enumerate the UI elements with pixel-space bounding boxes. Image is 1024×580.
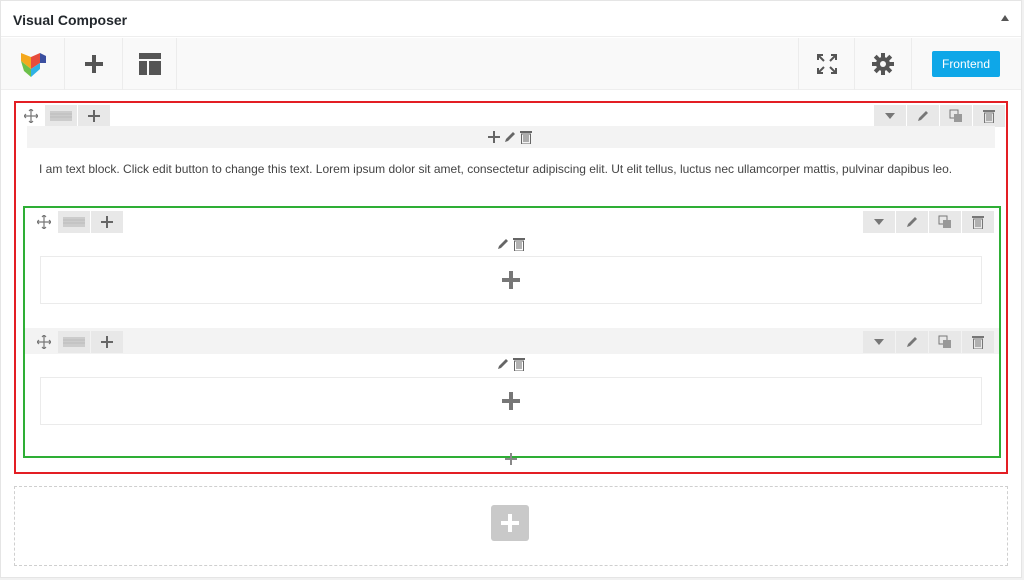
row-clone-button[interactable] bbox=[940, 105, 972, 127]
add-column-button[interactable] bbox=[91, 331, 123, 353]
chevron-down-icon bbox=[874, 339, 884, 345]
text-block[interactable]: I am text block. Click edit button to ch… bbox=[27, 150, 995, 200]
empty-column-add[interactable] bbox=[40, 377, 982, 425]
plus-icon bbox=[88, 110, 100, 122]
trash-icon bbox=[972, 216, 984, 229]
clone-icon bbox=[949, 109, 962, 122]
frontend-button[interactable]: Frontend bbox=[932, 51, 1000, 77]
empty-column-add[interactable] bbox=[40, 256, 982, 304]
chevron-down-icon bbox=[885, 113, 895, 119]
clone-icon bbox=[938, 335, 951, 348]
pencil-icon[interactable] bbox=[503, 130, 517, 144]
composer-navbar: Frontend bbox=[1, 38, 1021, 90]
row-toggle-button[interactable] bbox=[863, 331, 895, 353]
move-icon[interactable] bbox=[30, 211, 58, 233]
move-icon[interactable] bbox=[17, 105, 45, 127]
row-layout-button[interactable] bbox=[58, 211, 90, 233]
clone-icon bbox=[938, 215, 951, 228]
plus-icon bbox=[505, 453, 517, 465]
row-edit-button[interactable] bbox=[907, 105, 939, 127]
row-controls bbox=[17, 105, 1005, 127]
panel-title: Visual Composer bbox=[13, 12, 128, 28]
add-column-button[interactable] bbox=[78, 105, 110, 127]
row-delete-button[interactable] bbox=[962, 331, 994, 353]
row-edit-button[interactable] bbox=[896, 211, 928, 233]
pencil-icon[interactable] bbox=[496, 357, 510, 371]
row-clone-button[interactable] bbox=[929, 331, 961, 353]
trash-icon[interactable] bbox=[520, 130, 532, 144]
fullscreen-icon bbox=[816, 54, 837, 74]
vc-logo-icon[interactable] bbox=[1, 38, 65, 90]
triangle-up-icon[interactable] bbox=[1001, 15, 1009, 21]
pencil-icon bbox=[907, 217, 917, 227]
row-layout-icon bbox=[63, 337, 85, 347]
plus-icon bbox=[502, 271, 520, 289]
plus-icon bbox=[502, 392, 520, 410]
panel-header: Visual Composer bbox=[1, 1, 1021, 37]
row-clone-button[interactable] bbox=[929, 211, 961, 233]
chevron-down-icon bbox=[874, 219, 884, 225]
plus-icon[interactable] bbox=[488, 131, 500, 143]
row-layout-button[interactable] bbox=[45, 105, 77, 127]
row-layout-icon bbox=[63, 217, 85, 227]
plus-icon bbox=[101, 336, 113, 348]
trash-icon[interactable] bbox=[513, 237, 525, 251]
trash-icon[interactable] bbox=[513, 357, 525, 371]
row-toggle-button[interactable] bbox=[863, 211, 895, 233]
plus-icon bbox=[501, 514, 519, 532]
row-layout-button[interactable] bbox=[58, 331, 90, 353]
column-controls bbox=[496, 357, 525, 371]
add-column-button[interactable] bbox=[91, 211, 123, 233]
layout-icon bbox=[138, 53, 161, 75]
row-add-element[interactable] bbox=[505, 453, 517, 465]
plus-icon bbox=[101, 216, 113, 228]
row-edit-button[interactable] bbox=[896, 331, 928, 353]
fullscreen-button[interactable] bbox=[798, 38, 854, 90]
add-new-row-button[interactable] bbox=[491, 505, 529, 541]
plus-icon bbox=[84, 55, 103, 73]
row-delete-button[interactable] bbox=[973, 105, 1005, 127]
column-controls bbox=[488, 130, 532, 144]
move-icon[interactable] bbox=[30, 331, 58, 353]
templates-button[interactable] bbox=[123, 38, 177, 90]
inner-row-controls bbox=[30, 211, 994, 233]
pencil-icon bbox=[907, 337, 917, 347]
pencil-icon[interactable] bbox=[496, 237, 510, 251]
column-controls bbox=[496, 237, 525, 251]
row-delete-button[interactable] bbox=[962, 211, 994, 233]
trash-icon bbox=[983, 110, 995, 123]
inner-row-controls bbox=[30, 331, 994, 353]
row-layout-icon bbox=[50, 111, 72, 121]
trash-icon bbox=[972, 336, 984, 349]
row-toggle-button[interactable] bbox=[874, 105, 906, 127]
settings-button[interactable] bbox=[854, 38, 912, 90]
pencil-icon bbox=[918, 111, 928, 121]
gear-icon bbox=[872, 53, 894, 75]
add-element-button[interactable] bbox=[65, 38, 123, 90]
